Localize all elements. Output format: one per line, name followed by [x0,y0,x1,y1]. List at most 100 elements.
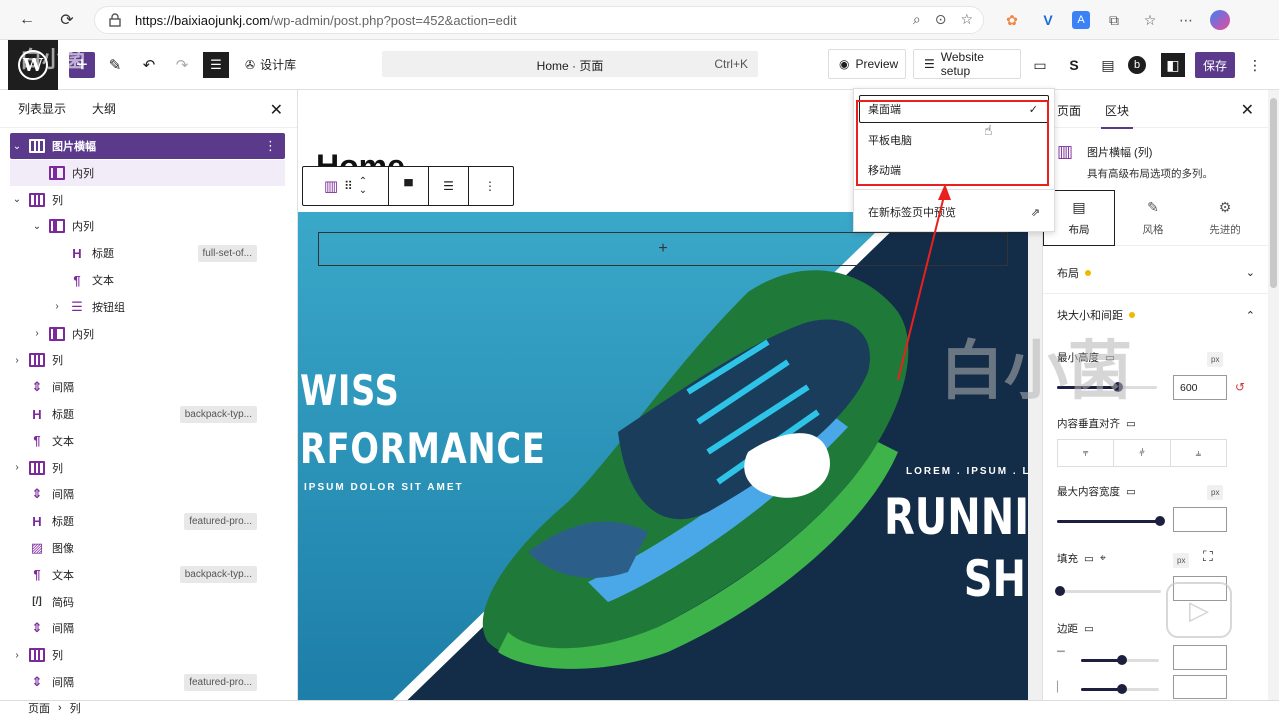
chevron-down-icon[interactable]: ⌄ [30,221,44,232]
extension-flower-icon[interactable]: ✿ [1000,8,1024,32]
extension-v-icon[interactable]: V [1036,8,1060,32]
list-view-item[interactable]: ⇕ 间隔 [10,615,285,641]
padding-slider[interactable] [1055,586,1161,596]
align-top-button[interactable]: ⫧ [1058,440,1115,466]
list-view-item[interactable]: › 内列 [10,321,285,347]
more-page-icon[interactable]: ⊙ [935,11,947,28]
stackable-icon[interactable]: S [1062,53,1086,77]
unit-toggle[interactable]: px [1173,553,1190,568]
max-width-slider[interactable] [1057,516,1165,526]
align-bottom-button[interactable]: ⫨ [1171,440,1226,466]
move-up-down-icon[interactable]: ⌃ ⌄ [359,177,367,196]
tab-page[interactable]: 页面 [1057,102,1081,119]
reset-icon[interactable]: ↺ [1235,380,1245,394]
columns-icon: ▥ [323,178,338,195]
drag-handle-icon[interactable]: ⠿ [344,179,353,193]
list-view-item[interactable]: ¶ 文本 [10,428,285,454]
link-sides-icon[interactable]: ⛶ [1203,548,1213,565]
options-vertical-icon[interactable]: ⋮ [264,138,277,154]
list-view-item[interactable]: ⇕ 间隔 featured-pro... [10,669,285,695]
list-view-item[interactable]: 内列 [10,159,285,186]
unit-toggle[interactable]: px [1207,485,1224,500]
margin-left-icon: ▏ [1057,682,1065,693]
copilot-icon[interactable] [1210,10,1230,30]
favorite-star-icon[interactable]: ☆ [960,11,973,28]
chevron-down-icon[interactable]: ⌄ [10,141,24,152]
edit-pen-icon[interactable]: ✎ [102,52,128,78]
extensions-puzzle-icon[interactable]: ⧉ [1102,8,1126,32]
list-view-item[interactable]: ¶ 文本 [10,267,285,293]
reload-icon[interactable]: ⟳ [52,5,82,35]
tab-block[interactable]: 区块 [1100,102,1134,129]
device-preview-icon[interactable]: ▭ [1028,53,1052,77]
align-middle-button[interactable]: ⫩ [1114,440,1171,466]
redo-icon[interactable]: ↷ [169,52,195,78]
tab-style[interactable]: ✎ 风格 [1117,190,1189,246]
settings-sidebar-icon[interactable]: ◧ [1161,53,1185,77]
chevron-down-icon[interactable]: ⌄ [10,194,24,205]
command-palette-button[interactable]: Home · 页面 Ctrl+K [382,51,758,77]
preview-button[interactable]: ◉ Preview [828,49,906,79]
back-icon[interactable]: ← [12,5,42,35]
slider-handle[interactable] [1155,516,1165,526]
list-view-item[interactable]: › ☰ 按钮组 [10,294,285,320]
list-view-item[interactable]: ⌄ 内列 [10,213,285,239]
max-width-input[interactable] [1173,507,1227,532]
list-view-item[interactable]: › 列 [10,642,285,668]
video-play-icon[interactable]: ▷ [1166,582,1232,638]
scrollbar-thumb[interactable] [1270,98,1277,288]
plugin-b-icon[interactable]: b [1128,56,1146,74]
options-icon[interactable]: ⋮ [1243,53,1267,77]
address-bar[interactable]: https://baixiaojunkj.com/wp-admin/post.p… [94,6,984,34]
list-view-item[interactable]: › 列 [10,347,285,373]
unit-toggle[interactable]: px [1207,352,1224,367]
slider-handle[interactable] [1117,684,1127,694]
breadcrumb-page[interactable]: 页面 [28,700,50,715]
document-overview-icon[interactable]: ☰ [203,52,229,78]
zoom-icon[interactable]: ⌕ [913,11,921,28]
slider-handle[interactable] [1117,655,1127,665]
list-view-item[interactable]: ⇕ 间隔 [10,481,285,507]
close-icon[interactable]: ✕ [1241,100,1254,120]
block-type-button[interactable]: ▥ ⠿ ⌃ ⌄ [303,167,389,205]
breadcrumb-column[interactable]: 列 [70,700,81,715]
list-view-item[interactable]: H 标题 backpack-typ... [10,401,285,427]
list-view-item[interactable]: ⌄ 列 [10,187,285,213]
chevron-right-icon[interactable]: › [10,355,24,366]
save-button[interactable]: 保存 [1195,52,1235,78]
sidebar-scrollbar[interactable] [1268,90,1279,700]
list-view-item[interactable]: [/] 简码 [10,589,285,615]
document-icon[interactable]: ▤ [1096,53,1120,77]
margin-left-slider[interactable] [1081,684,1159,694]
chevron-right-icon[interactable]: › [10,650,24,661]
list-view-item[interactable]: ¶ 文本 backpack-typ... [10,562,285,588]
section-layout[interactable]: 布局 ⌄ [1043,252,1269,294]
favorites-icon[interactable]: ☆ [1138,8,1162,32]
extension-translate-icon[interactable]: A [1072,11,1090,29]
align-button[interactable]: ☰ [429,167,469,205]
tab-outline[interactable]: 大纲 [92,100,116,117]
undo-icon[interactable]: ↶ [136,52,162,78]
close-icon[interactable]: ✕ [270,100,283,120]
list-view-item[interactable]: H 标题 full-set-of... [10,240,285,266]
chevron-right-icon[interactable]: › [10,462,24,473]
margin-top-input[interactable] [1173,645,1227,670]
slider-handle[interactable] [1055,586,1065,596]
block-style-button[interactable]: ▀ [389,167,429,205]
margin-left-input[interactable] [1173,675,1227,699]
chevron-right-icon[interactable]: › [50,301,64,312]
block-options-button[interactable]: ⋮ [469,167,511,205]
list-view-item[interactable]: ⌄ 图片横幅 ⋮ [10,133,285,159]
design-library-button[interactable]: ✇ 设计库 [245,56,296,73]
min-height-input[interactable]: 600 [1173,375,1227,400]
tab-list-view[interactable]: 列表显示 [18,100,66,117]
list-view-item[interactable]: H 标题 featured-pro... [10,508,285,534]
website-setup-button[interactable]: ☰ Website setup [913,49,1021,79]
tab-advanced[interactable]: ⚙ 先进的 [1189,190,1261,246]
chevron-right-icon[interactable]: › [30,328,44,339]
more-icon[interactable]: ⋯ [1174,8,1198,32]
margin-top-slider[interactable] [1081,655,1159,665]
list-view-item[interactable]: ▨ 图像 [10,535,285,561]
list-view-item[interactable]: ⇕ 间隔 [10,374,285,400]
list-view-item[interactable]: › 列 [10,455,285,481]
